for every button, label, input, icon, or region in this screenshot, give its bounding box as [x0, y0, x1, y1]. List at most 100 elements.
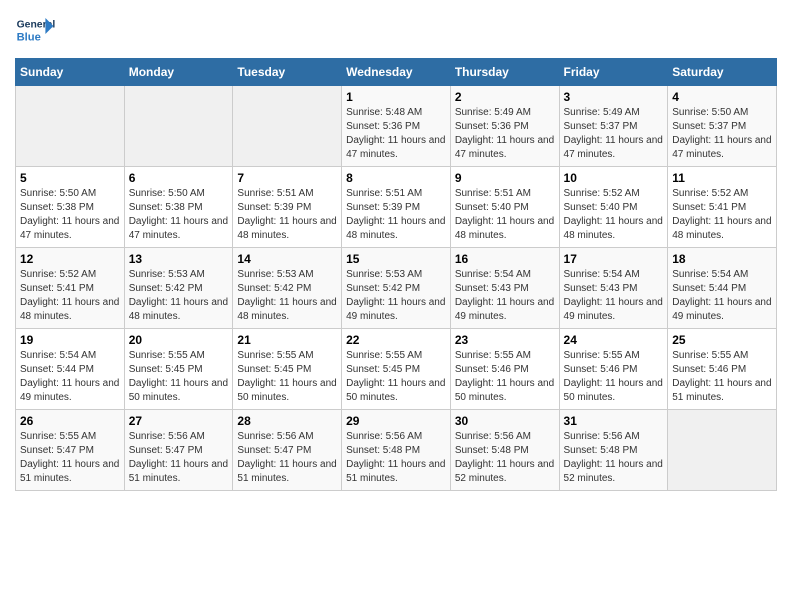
day-cell: 5 Sunrise: 5:50 AM Sunset: 5:38 PM Dayli… — [16, 167, 125, 248]
day-header-friday: Friday — [559, 59, 668, 86]
day-number: 12 — [20, 252, 120, 266]
day-cell: 13 Sunrise: 5:53 AM Sunset: 5:42 PM Dayl… — [124, 248, 233, 329]
day-info: Sunrise: 5:55 AM Sunset: 5:45 PM Dayligh… — [237, 349, 337, 405]
day-cell: 2 Sunrise: 5:49 AM Sunset: 5:36 PM Dayli… — [450, 86, 559, 167]
day-number: 5 — [20, 171, 120, 185]
day-info: Sunrise: 5:52 AM Sunset: 5:40 PM Dayligh… — [564, 187, 664, 243]
sunrise-label: Sunrise: 5:56 AM — [564, 431, 640, 442]
sunset-label: Sunset: 5:38 PM — [129, 202, 203, 213]
sunset-label: Sunset: 5:44 PM — [20, 364, 94, 375]
daylight-label: Daylight: 11 hours and 47 minutes. — [129, 216, 228, 241]
day-cell — [124, 86, 233, 167]
day-info: Sunrise: 5:56 AM Sunset: 5:48 PM Dayligh… — [346, 430, 446, 486]
day-cell: 6 Sunrise: 5:50 AM Sunset: 5:38 PM Dayli… — [124, 167, 233, 248]
day-cell: 18 Sunrise: 5:54 AM Sunset: 5:44 PM Dayl… — [668, 248, 777, 329]
sunset-label: Sunset: 5:46 PM — [564, 364, 638, 375]
daylight-label: Daylight: 11 hours and 49 minutes. — [564, 297, 663, 322]
week-row-5: 26 Sunrise: 5:55 AM Sunset: 5:47 PM Dayl… — [16, 410, 777, 491]
sunset-label: Sunset: 5:43 PM — [455, 283, 529, 294]
day-cell: 3 Sunrise: 5:49 AM Sunset: 5:37 PM Dayli… — [559, 86, 668, 167]
sunrise-label: Sunrise: 5:52 AM — [564, 188, 640, 199]
daylight-label: Daylight: 11 hours and 48 minutes. — [237, 297, 336, 322]
daylight-label: Daylight: 11 hours and 48 minutes. — [346, 216, 445, 241]
header-row: SundayMondayTuesdayWednesdayThursdayFrid… — [16, 59, 777, 86]
day-number: 27 — [129, 414, 229, 428]
day-cell: 24 Sunrise: 5:55 AM Sunset: 5:46 PM Dayl… — [559, 329, 668, 410]
day-cell: 14 Sunrise: 5:53 AM Sunset: 5:42 PM Dayl… — [233, 248, 342, 329]
day-number: 20 — [129, 333, 229, 347]
daylight-label: Daylight: 11 hours and 49 minutes. — [672, 297, 771, 322]
daylight-label: Daylight: 11 hours and 47 minutes. — [672, 135, 771, 160]
sunset-label: Sunset: 5:38 PM — [20, 202, 94, 213]
sunrise-label: Sunrise: 5:52 AM — [20, 269, 96, 280]
sunrise-label: Sunrise: 5:55 AM — [672, 350, 748, 361]
sunrise-label: Sunrise: 5:54 AM — [455, 269, 531, 280]
day-info: Sunrise: 5:49 AM Sunset: 5:36 PM Dayligh… — [455, 106, 555, 162]
sunrise-label: Sunrise: 5:56 AM — [129, 431, 205, 442]
logo: General Blue — [15, 10, 59, 50]
sunrise-label: Sunrise: 5:56 AM — [455, 431, 531, 442]
sunset-label: Sunset: 5:36 PM — [455, 121, 529, 132]
day-cell: 29 Sunrise: 5:56 AM Sunset: 5:48 PM Dayl… — [342, 410, 451, 491]
day-info: Sunrise: 5:54 AM Sunset: 5:44 PM Dayligh… — [672, 268, 772, 324]
day-number: 25 — [672, 333, 772, 347]
sunset-label: Sunset: 5:37 PM — [564, 121, 638, 132]
day-cell: 28 Sunrise: 5:56 AM Sunset: 5:47 PM Dayl… — [233, 410, 342, 491]
day-info: Sunrise: 5:51 AM Sunset: 5:39 PM Dayligh… — [346, 187, 446, 243]
day-cell: 9 Sunrise: 5:51 AM Sunset: 5:40 PM Dayli… — [450, 167, 559, 248]
daylight-label: Daylight: 11 hours and 47 minutes. — [346, 135, 445, 160]
sunrise-label: Sunrise: 5:50 AM — [129, 188, 205, 199]
day-cell: 10 Sunrise: 5:52 AM Sunset: 5:40 PM Dayl… — [559, 167, 668, 248]
sunrise-label: Sunrise: 5:55 AM — [129, 350, 205, 361]
day-cell: 25 Sunrise: 5:55 AM Sunset: 5:46 PM Dayl… — [668, 329, 777, 410]
day-cell: 30 Sunrise: 5:56 AM Sunset: 5:48 PM Dayl… — [450, 410, 559, 491]
sunset-label: Sunset: 5:47 PM — [20, 445, 94, 456]
day-number: 13 — [129, 252, 229, 266]
day-number: 23 — [455, 333, 555, 347]
day-info: Sunrise: 5:56 AM Sunset: 5:48 PM Dayligh… — [564, 430, 664, 486]
day-cell: 11 Sunrise: 5:52 AM Sunset: 5:41 PM Dayl… — [668, 167, 777, 248]
sunset-label: Sunset: 5:41 PM — [20, 283, 94, 294]
sunrise-label: Sunrise: 5:53 AM — [346, 269, 422, 280]
sunrise-label: Sunrise: 5:49 AM — [564, 107, 640, 118]
day-cell — [233, 86, 342, 167]
sunset-label: Sunset: 5:45 PM — [237, 364, 311, 375]
day-number: 30 — [455, 414, 555, 428]
daylight-label: Daylight: 11 hours and 47 minutes. — [564, 135, 663, 160]
sunrise-label: Sunrise: 5:54 AM — [20, 350, 96, 361]
day-header-sunday: Sunday — [16, 59, 125, 86]
sunset-label: Sunset: 5:48 PM — [455, 445, 529, 456]
sunset-label: Sunset: 5:43 PM — [564, 283, 638, 294]
day-cell: 26 Sunrise: 5:55 AM Sunset: 5:47 PM Dayl… — [16, 410, 125, 491]
sunset-label: Sunset: 5:44 PM — [672, 283, 746, 294]
sunrise-label: Sunrise: 5:55 AM — [346, 350, 422, 361]
day-info: Sunrise: 5:56 AM Sunset: 5:48 PM Dayligh… — [455, 430, 555, 486]
day-info: Sunrise: 5:55 AM Sunset: 5:45 PM Dayligh… — [346, 349, 446, 405]
week-row-3: 12 Sunrise: 5:52 AM Sunset: 5:41 PM Dayl… — [16, 248, 777, 329]
daylight-label: Daylight: 11 hours and 51 minutes. — [237, 459, 336, 484]
day-info: Sunrise: 5:49 AM Sunset: 5:37 PM Dayligh… — [564, 106, 664, 162]
daylight-label: Daylight: 11 hours and 51 minutes. — [129, 459, 228, 484]
daylight-label: Daylight: 11 hours and 50 minutes. — [455, 378, 554, 403]
daylight-label: Daylight: 11 hours and 52 minutes. — [455, 459, 554, 484]
day-number: 1 — [346, 90, 446, 104]
day-info: Sunrise: 5:55 AM Sunset: 5:46 PM Dayligh… — [455, 349, 555, 405]
day-number: 18 — [672, 252, 772, 266]
day-number: 31 — [564, 414, 664, 428]
day-info: Sunrise: 5:53 AM Sunset: 5:42 PM Dayligh… — [346, 268, 446, 324]
daylight-label: Daylight: 11 hours and 50 minutes. — [564, 378, 663, 403]
day-header-wednesday: Wednesday — [342, 59, 451, 86]
sunrise-label: Sunrise: 5:51 AM — [346, 188, 422, 199]
sunrise-label: Sunrise: 5:48 AM — [346, 107, 422, 118]
day-cell: 21 Sunrise: 5:55 AM Sunset: 5:45 PM Dayl… — [233, 329, 342, 410]
day-cell — [16, 86, 125, 167]
day-number: 15 — [346, 252, 446, 266]
sunset-label: Sunset: 5:42 PM — [346, 283, 420, 294]
sunrise-label: Sunrise: 5:55 AM — [20, 431, 96, 442]
daylight-label: Daylight: 11 hours and 49 minutes. — [455, 297, 554, 322]
day-cell: 4 Sunrise: 5:50 AM Sunset: 5:37 PM Dayli… — [668, 86, 777, 167]
sunset-label: Sunset: 5:42 PM — [129, 283, 203, 294]
day-number: 24 — [564, 333, 664, 347]
day-info: Sunrise: 5:56 AM Sunset: 5:47 PM Dayligh… — [129, 430, 229, 486]
day-number: 7 — [237, 171, 337, 185]
